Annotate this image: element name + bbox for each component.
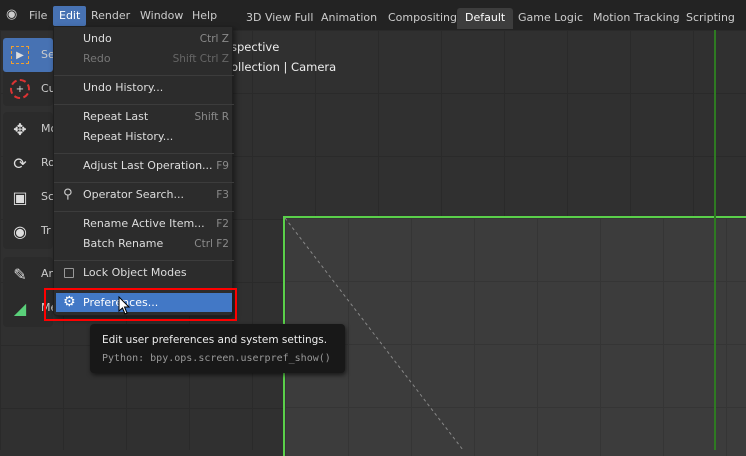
highlight-box: [44, 288, 237, 321]
tab-compositing[interactable]: Compositing: [380, 8, 465, 29]
menu-item-label: Redo: [83, 52, 111, 65]
toolbar-group-select: ▶ Se + Cu: [3, 38, 56, 106]
menu-item-label: Repeat History...: [83, 130, 174, 143]
shortcut: F9: [216, 160, 229, 172]
menu-item-lock-object-modes[interactable]: Lock Object Modes: [54, 263, 234, 283]
menu-file[interactable]: File: [23, 6, 53, 26]
shortcut: Ctrl Z: [199, 33, 229, 45]
menu-item-undo[interactable]: Undo Ctrl Z: [54, 29, 234, 49]
menu-help[interactable]: Help: [186, 6, 223, 26]
tab-scripting[interactable]: Scripting: [678, 8, 743, 29]
tab-3d-view-full[interactable]: 3D View Full: [238, 8, 321, 29]
measure-icon: ◢: [13, 298, 27, 318]
tooltip: Edit user preferences and system setting…: [90, 324, 345, 373]
menu-window[interactable]: Window: [134, 6, 189, 26]
tool-move[interactable]: ✥ Mo: [3, 112, 57, 146]
menu-item-undo-history[interactable]: Undo History...: [54, 78, 234, 98]
tool-transform[interactable]: ◉ Tr: [3, 214, 53, 248]
separator: [54, 260, 234, 261]
tab-default[interactable]: Default: [457, 8, 514, 29]
checkbox[interactable]: [64, 268, 74, 278]
menu-item-operator-search[interactable]: ⚲ Operator Search... F3: [54, 185, 234, 205]
move-icon: ✥: [13, 119, 27, 139]
blender-logo-icon[interactable]: ◉: [6, 8, 22, 22]
mouse-pointer-icon: [118, 296, 131, 315]
menu-item-label: Undo History...: [83, 81, 164, 94]
separator: [54, 75, 234, 76]
menu-item-rename-active[interactable]: Rename Active Item... F2: [54, 214, 234, 234]
menu-render[interactable]: Render: [85, 6, 136, 26]
tool-cursor[interactable]: + Cu: [3, 72, 56, 106]
menu-item-repeat-last[interactable]: Repeat Last Shift R: [54, 107, 234, 127]
menu-item-label: Lock Object Modes: [83, 266, 187, 279]
viewport-view-label: spective: [231, 40, 280, 54]
viewport-collection-label: ollection | Camera: [231, 60, 337, 74]
tab-animation[interactable]: Animation: [313, 8, 385, 29]
separator: [54, 182, 234, 183]
menu-item-redo[interactable]: Redo Shift Ctrl Z: [54, 49, 234, 69]
shortcut: F3: [216, 189, 229, 201]
tab-game-logic[interactable]: Game Logic: [510, 8, 591, 29]
select-box-icon: ▶: [11, 46, 29, 64]
menu-item-adjust-last[interactable]: Adjust Last Operation... F9: [54, 156, 234, 176]
separator: [54, 211, 234, 212]
menu-item-label: Undo: [83, 32, 112, 45]
y-axis-line: [714, 30, 716, 450]
tool-select[interactable]: ▶ Se: [3, 38, 55, 72]
menu-item-label: Adjust Last Operation...: [83, 159, 213, 172]
annotate-icon: ✎: [13, 264, 27, 284]
menu-item-batch-rename[interactable]: Batch Rename Ctrl F2: [54, 234, 234, 254]
separator: [54, 104, 234, 105]
toolbar-group-transform: ✥ Mo ⟳ Ro ▣ Sc ◉ Tr: [3, 112, 57, 249]
shortcut: Shift R: [194, 111, 230, 123]
tool-label: Tr: [41, 224, 51, 237]
rotate-icon: ⟳: [13, 153, 27, 173]
edit-menu: Undo Ctrl Z Redo Shift Ctrl Z Undo History…: [53, 26, 234, 316]
shortcut: F2: [216, 218, 229, 230]
tooltip-description: Edit user preferences and system setting…: [102, 334, 328, 346]
cursor-icon: +: [10, 79, 30, 99]
separator: [54, 153, 234, 154]
menu-item-label: Operator Search...: [83, 188, 185, 201]
menu-item-repeat-history[interactable]: Repeat History...: [54, 127, 234, 147]
tooltip-python: Python: bpy.ops.screen.userpref_show(): [102, 353, 331, 364]
menu-item-label: Repeat Last: [83, 110, 149, 123]
search-icon: ⚲: [63, 187, 73, 202]
scale-icon: ▣: [12, 187, 28, 207]
menu-edit[interactable]: Edit: [53, 6, 87, 26]
tool-scale[interactable]: ▣ Sc: [3, 180, 54, 214]
shortcut: Shift Ctrl Z: [172, 53, 229, 65]
menu-item-label: Batch Rename: [83, 237, 164, 250]
menu-item-label: Rename Active Item...: [83, 217, 205, 230]
shortcut: Ctrl F2: [194, 238, 229, 250]
transform-icon: ◉: [13, 221, 27, 241]
tab-motion-tracking[interactable]: Motion Tracking: [585, 8, 688, 29]
tool-rotate[interactable]: ⟳ Ro: [3, 146, 55, 180]
tool-annotate[interactable]: ✎ An: [3, 257, 55, 291]
